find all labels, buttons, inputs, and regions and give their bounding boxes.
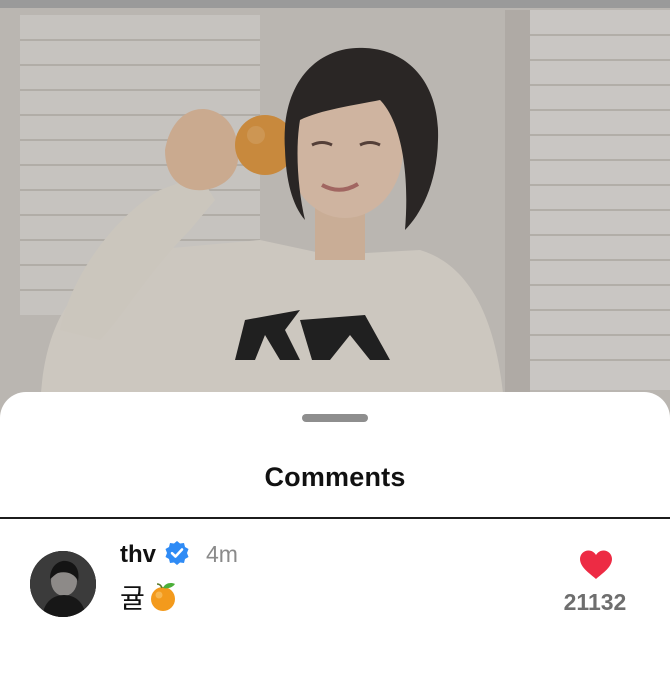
comments-sheet: Comments thv 4m 귤 21132 (0, 392, 670, 695)
comment-text: 귤 (120, 581, 179, 616)
avatar-image (30, 551, 96, 617)
photo-overlay (0, 0, 670, 420)
comment-timestamp: 4m (206, 541, 238, 567)
heart-icon[interactable] (578, 549, 614, 581)
sheet-title: Comments (264, 462, 406, 492)
comment-username[interactable]: thv (120, 541, 156, 569)
comment-text-value: 귤 (120, 584, 145, 614)
avatar[interactable] (30, 551, 96, 617)
verified-badge-icon (165, 541, 189, 565)
comments-screen: Comments thv 4m 귤 21132 (0, 0, 670, 695)
drag-handle[interactable] (302, 414, 368, 422)
post-photo (0, 0, 670, 420)
tangerine-emoji-icon (150, 583, 175, 611)
status-strip (0, 0, 670, 8)
comment-row: thv 4m 귤 21132 (0, 519, 670, 639)
like-count: 21132 (563, 589, 627, 615)
